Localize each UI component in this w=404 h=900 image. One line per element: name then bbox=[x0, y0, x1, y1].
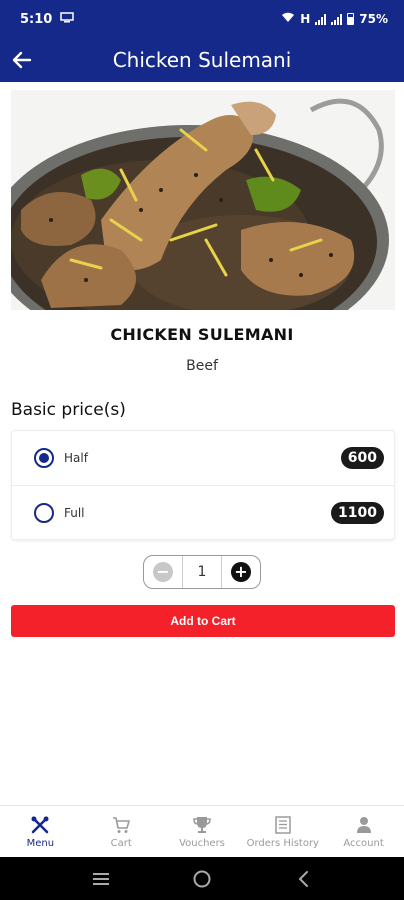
network-type-label: H bbox=[300, 12, 311, 26]
price-section-heading: Basic price(s) bbox=[11, 400, 126, 420]
system-navigation-bar bbox=[0, 857, 404, 900]
app-bar: Chicken Sulemani bbox=[0, 38, 404, 82]
nav-item-orders-history[interactable]: Orders History bbox=[242, 806, 323, 857]
page-title: Chicken Sulemani bbox=[112, 48, 292, 72]
status-bar: 5:10 H 75% bbox=[0, 0, 404, 38]
price-option-half[interactable]: Half 600 bbox=[12, 431, 394, 485]
price-badge: 1100 bbox=[331, 501, 384, 524]
nav-label: Vouchers bbox=[179, 837, 225, 849]
nav-item-cart[interactable]: Cart bbox=[81, 806, 162, 857]
cart-icon bbox=[110, 815, 132, 835]
add-to-cart-button[interactable]: Add to Cart bbox=[11, 605, 395, 637]
receipt-icon bbox=[272, 815, 294, 835]
circle-icon bbox=[193, 870, 211, 887]
nav-item-menu[interactable]: Menu bbox=[0, 806, 81, 857]
bottom-navigation: Menu Cart Vouchers Orders History Accoun… bbox=[0, 805, 404, 857]
price-options-list: Half 600 Full 1100 bbox=[11, 430, 395, 540]
decrease-quantity-button[interactable]: − bbox=[144, 556, 182, 588]
price-option-label: Half bbox=[64, 451, 88, 465]
increase-quantity-button[interactable]: + bbox=[222, 556, 260, 588]
dish-category: Beef bbox=[186, 358, 218, 374]
plus-icon: + bbox=[231, 562, 251, 582]
nav-label: Account bbox=[343, 837, 384, 849]
quantity-value: 1 bbox=[182, 556, 222, 588]
radio-button-selected[interactable] bbox=[34, 448, 54, 468]
home-button[interactable] bbox=[187, 864, 217, 894]
back-button[interactable] bbox=[6, 44, 38, 76]
recent-apps-button[interactable] bbox=[86, 864, 116, 894]
signal-icon bbox=[315, 13, 327, 25]
quantity-stepper: − 1 + bbox=[143, 555, 261, 589]
wifi-icon bbox=[281, 12, 295, 26]
minus-icon: − bbox=[153, 562, 173, 582]
battery-percent: 75% bbox=[359, 12, 388, 26]
nav-item-account[interactable]: Account bbox=[323, 806, 404, 857]
battery-icon bbox=[347, 13, 355, 25]
trophy-icon bbox=[191, 815, 213, 835]
system-back-button[interactable] bbox=[288, 864, 318, 894]
menu-lines-icon bbox=[92, 872, 109, 885]
radio-dot bbox=[39, 453, 49, 463]
nav-label: Menu bbox=[26, 837, 55, 849]
radio-button[interactable] bbox=[34, 502, 54, 523]
signal-icon-2 bbox=[331, 13, 343, 25]
fork-knife-icon bbox=[29, 815, 51, 835]
person-icon bbox=[353, 815, 375, 835]
nav-item-vouchers[interactable]: Vouchers bbox=[162, 806, 243, 857]
price-badge: 600 bbox=[340, 447, 384, 469]
status-time: 5:10 bbox=[20, 11, 53, 27]
nav-label: Orders History bbox=[246, 837, 319, 849]
dish-name: CHICKEN SULEMANI bbox=[110, 325, 294, 344]
cast-icon bbox=[60, 11, 75, 27]
price-option-full[interactable]: Full 1100 bbox=[12, 485, 394, 539]
arrow-left-icon bbox=[12, 51, 32, 69]
chevron-left-icon bbox=[298, 870, 309, 887]
nav-label: Cart bbox=[110, 837, 132, 849]
dish-image bbox=[11, 90, 395, 310]
price-option-label: Full bbox=[64, 505, 85, 520]
